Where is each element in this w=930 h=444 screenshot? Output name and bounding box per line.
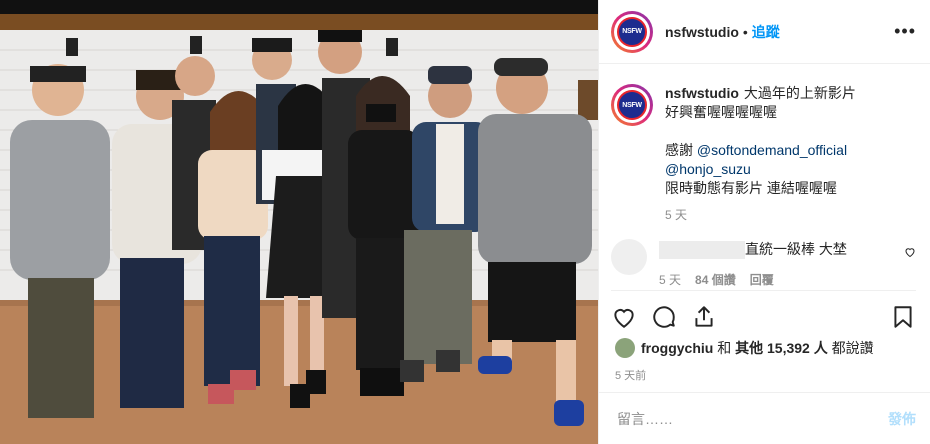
add-comment-bar: 發佈 <box>599 392 930 444</box>
caption-line3: 限時動態有影片 連結喔喔喔 <box>665 180 837 196</box>
studio-logo: NSFW <box>617 90 647 120</box>
post-panel: NSFW nsfwstudio • 追蹤 ••• NSFW nsfwstudio… <box>598 0 930 444</box>
action-bar <box>611 290 916 343</box>
post-photo[interactable] <box>0 0 598 444</box>
comments-area: NSFW nsfwstudio 大過年的上新影片 好興奮喔喔喔喔喔 感謝 @sof… <box>599 64 930 290</box>
mention-honjo-suzu[interactable]: @honjo_suzu <box>665 161 751 177</box>
caption-line1: 大過年的上新影片 <box>743 85 856 101</box>
caption-text: nsfwstudio 大過年的上新影片 好興奮喔喔喔喔喔 感謝 @softonde… <box>665 84 856 225</box>
group-photo-image <box>0 0 598 444</box>
comment-likes[interactable]: 84 個讚 <box>695 271 736 288</box>
liker-username[interactable]: froggychiu <box>641 340 713 356</box>
studio-logo: NSFW <box>617 16 647 47</box>
caption-avatar[interactable]: NSFW <box>611 84 653 126</box>
mention-softondemand[interactable]: @softondemand_official <box>697 142 847 158</box>
caption: NSFW nsfwstudio 大過年的上新影片 好興奮喔喔喔喔喔 感謝 @sof… <box>611 84 916 225</box>
caption-line2: 好興奮喔喔喔喔喔 <box>665 104 777 120</box>
comment-icon[interactable] <box>651 304 677 330</box>
comment-meta: 5 天 84 個讚 回覆 <box>659 271 904 288</box>
comment-avatar[interactable] <box>611 239 647 275</box>
post-button[interactable]: 發佈 <box>888 409 916 429</box>
comment-input[interactable] <box>615 409 888 428</box>
comment-time[interactable]: 5 天 <box>659 271 681 288</box>
post-header: NSFW nsfwstudio • 追蹤 ••• <box>599 0 930 64</box>
separator-dot: • <box>742 23 748 40</box>
likes-count[interactable]: 其他 15,392 人 <box>735 338 828 358</box>
save-icon[interactable] <box>890 304 916 330</box>
comment-text: 直統一級棒 大埜 <box>745 241 847 257</box>
liker-avatar[interactable] <box>615 338 635 358</box>
small-heart-icon[interactable] <box>904 245 916 261</box>
avatar[interactable]: NSFW <box>611 10 653 53</box>
caption-username[interactable]: nsfwstudio <box>665 85 739 101</box>
likes-and: 和 <box>717 340 732 356</box>
likes-summary: froggychiu 和 其他 15,392 人 都說讚 <box>615 338 874 358</box>
share-icon[interactable] <box>691 304 717 330</box>
blurred-username[interactable] <box>659 241 745 260</box>
caption-thanks: 感謝 <box>665 142 693 158</box>
likes-suffix: 都說讚 <box>831 340 874 356</box>
heart-icon[interactable] <box>611 304 637 330</box>
instagram-post: NSFW nsfwstudio • 追蹤 ••• NSFW nsfwstudio… <box>0 0 930 444</box>
follow-button[interactable]: 追蹤 <box>752 22 780 42</box>
reply-button[interactable]: 回覆 <box>750 271 774 288</box>
caption-time[interactable]: 5 天 <box>665 206 856 225</box>
more-icon[interactable]: ••• <box>894 21 916 42</box>
comment-item: 直統一級棒 大埜 5 天 84 個讚 回覆 <box>611 239 916 288</box>
post-date[interactable]: 5 天前 <box>615 367 646 383</box>
username-link[interactable]: nsfwstudio <box>665 24 739 40</box>
